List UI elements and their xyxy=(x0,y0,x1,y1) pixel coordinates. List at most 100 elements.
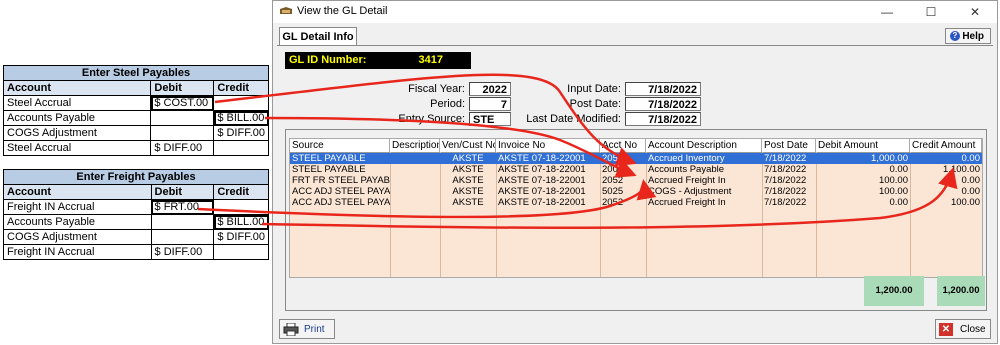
input-date-field[interactable]: 7/18/2022 xyxy=(625,82,701,96)
freight-header-account: Account xyxy=(3,184,152,200)
freight-account: Freight IN Accrual xyxy=(3,199,152,215)
freight-debit: $ DIFF.00 xyxy=(150,244,215,260)
freight-credit: $ BILL.00 xyxy=(213,214,269,230)
steel-row: Accounts Payable $ BILL.00 xyxy=(2,110,269,126)
freight-credit: $ DIFF.00 xyxy=(213,229,269,245)
gl-detail-window: View the GL Detail — ☐ ✕ GL Detail Info … xyxy=(272,0,998,344)
printer-icon xyxy=(283,323,299,336)
cell-credit-amount: 100.00 xyxy=(950,197,980,208)
cell-acct-no: 2001 xyxy=(602,164,624,175)
steel-table-title: Enter Steel Payables xyxy=(3,65,269,81)
cell-debit-amount: 0.00 xyxy=(889,164,909,175)
col-description[interactable]: Description xyxy=(390,139,440,152)
title-bar[interactable]: View the GL Detail — ☐ ✕ xyxy=(273,1,997,23)
fiscal-year-field[interactable]: 2022 xyxy=(469,82,511,96)
steel-credit: $ DIFF.00 xyxy=(213,125,269,141)
cell-source: FRT FR STEEL PAYABLE xyxy=(292,175,390,186)
cell-invoice-no: AKSTE 07-18-22001 xyxy=(498,197,586,208)
cell-debit-amount: 100.00 xyxy=(878,175,908,186)
cell-credit-amount: 0.00 xyxy=(961,175,981,186)
freight-row: Freight IN Accrual $ DIFF.00 xyxy=(3,244,269,260)
steel-payables-table: Enter Steel Payables Account Debit Credi… xyxy=(2,65,269,156)
steel-header-account: Account xyxy=(2,80,152,96)
steel-credit xyxy=(213,140,269,156)
cell-account-description: COGS - Adjustment xyxy=(648,186,732,197)
gl-id-value: 3417 xyxy=(418,54,443,66)
steel-account: Steel Accrual xyxy=(2,95,152,111)
cell-post-date: 7/18/2022 xyxy=(764,186,807,197)
entry-source-field[interactable]: STE xyxy=(469,112,511,126)
freight-row: COGS Adjustment $ DIFF.00 xyxy=(3,229,269,245)
cell-invoice-no: AKSTE 07-18-22001 xyxy=(498,186,586,197)
col-acct-no[interactable]: Acct No xyxy=(600,139,646,152)
freight-row: Freight IN Accrual $ FRT.00 xyxy=(3,199,269,215)
grid-header: Source Description Ven/Cust No Invoice N… xyxy=(290,139,982,153)
steel-credit xyxy=(213,95,269,111)
close-button[interactable]: ✕ Close xyxy=(935,319,991,339)
period-field[interactable]: 7 xyxy=(469,97,511,111)
table-row[interactable]: ACC ADJ STEEL PAYAB AKSTE AKSTE 07-18-22… xyxy=(290,186,982,197)
freight-account: Freight IN Accrual xyxy=(3,244,152,260)
steel-row: Steel Accrual $ DIFF.00 xyxy=(2,140,269,156)
cell-account-description: Accrued Freight In xyxy=(648,175,726,186)
table-row[interactable]: ACC ADJ STEEL PAYAB AKSTE AKSTE 07-18-22… xyxy=(290,197,982,208)
post-date-label: Post Date: xyxy=(569,98,621,110)
steel-account: Accounts Payable xyxy=(2,110,152,126)
cell-ven-cust-no: AKSTE xyxy=(452,164,484,175)
tab-gl-detail-info[interactable]: GL Detail Info xyxy=(279,27,357,46)
steel-debit: $ DIFF.00 xyxy=(150,140,215,156)
table-row[interactable]: STEEL PAYABLE AKSTE AKSTE 07-18-22001 20… xyxy=(290,153,982,164)
steel-row: Steel Accrual $ COST.00 xyxy=(2,95,269,111)
gl-detail-grid[interactable]: Source Description Ven/Cust No Invoice N… xyxy=(289,138,983,278)
cell-credit-amount: 0.00 xyxy=(961,186,981,197)
fiscal-year-label: Fiscal Year: xyxy=(408,83,465,95)
cell-post-date: 7/18/2022 xyxy=(764,153,807,164)
steel-header-credit: Credit xyxy=(213,80,269,96)
cell-account-description: Accrued Freight In xyxy=(648,197,726,208)
cell-ven-cust-no: AKSTE xyxy=(452,153,484,164)
col-post-date[interactable]: Post Date xyxy=(762,139,816,152)
col-debit-amount[interactable]: Debit Amount xyxy=(816,139,910,152)
debit-total: 1,200.00 xyxy=(864,276,924,306)
post-date-field[interactable]: 7/18/2022 xyxy=(625,97,701,111)
cell-invoice-no: AKSTE 07-18-22001 xyxy=(498,153,586,164)
col-account-description[interactable]: Account Description xyxy=(646,139,762,152)
cell-acct-no: 2052 xyxy=(602,197,624,208)
credit-total: 1,200.00 xyxy=(937,276,985,306)
cell-credit-amount: 1,100.00 xyxy=(943,164,980,175)
steel-account: COGS Adjustment xyxy=(2,125,152,141)
freight-header-debit: Debit xyxy=(150,184,215,200)
cell-debit-amount: 100.00 xyxy=(878,186,908,197)
cell-source: ACC ADJ STEEL PAYAB xyxy=(292,186,390,197)
cell-account-description: Accounts Payable xyxy=(648,164,725,175)
maximize-button[interactable]: ☐ xyxy=(909,1,953,23)
freight-header-credit: Credit xyxy=(213,184,269,200)
steel-debit xyxy=(150,125,215,141)
window-title: View the GL Detail xyxy=(297,5,388,17)
help-button[interactable]: ? Help xyxy=(945,28,991,44)
col-invoice-no[interactable]: Invoice No xyxy=(496,139,600,152)
col-source[interactable]: Source xyxy=(290,139,390,152)
steel-debit xyxy=(150,110,215,126)
print-label: Print xyxy=(304,324,325,335)
minimize-button[interactable]: — xyxy=(865,1,909,23)
steel-header-debit: Debit xyxy=(150,80,215,96)
cell-credit-amount: 0.00 xyxy=(961,153,981,164)
help-icon: ? xyxy=(950,31,960,41)
cell-ven-cust-no: AKSTE xyxy=(452,186,484,197)
close-label: Close xyxy=(960,324,986,335)
steel-credit: $ BILL.00 xyxy=(213,110,269,126)
window-close-button[interactable]: ✕ xyxy=(953,1,997,23)
table-row[interactable]: FRT FR STEEL PAYABLE AKSTE AKSTE 07-18-2… xyxy=(290,175,982,186)
cell-ven-cust-no: AKSTE xyxy=(452,175,484,186)
col-ven-cust-no[interactable]: Ven/Cust No xyxy=(440,139,496,152)
last-modified-field[interactable]: 7/18/2022 xyxy=(625,112,701,126)
col-credit-amount[interactable]: Credit Amount xyxy=(910,139,982,152)
table-row[interactable]: STEEL PAYABLE AKSTE AKSTE 07-18-22001 20… xyxy=(290,164,982,175)
cell-description xyxy=(390,153,440,164)
gl-id-label: GL ID Number: xyxy=(289,54,367,66)
cell-description xyxy=(390,186,440,197)
print-button[interactable]: Print xyxy=(279,319,335,339)
cell-post-date: 7/18/2022 xyxy=(764,164,807,175)
cell-acct-no: 2052 xyxy=(602,175,624,186)
